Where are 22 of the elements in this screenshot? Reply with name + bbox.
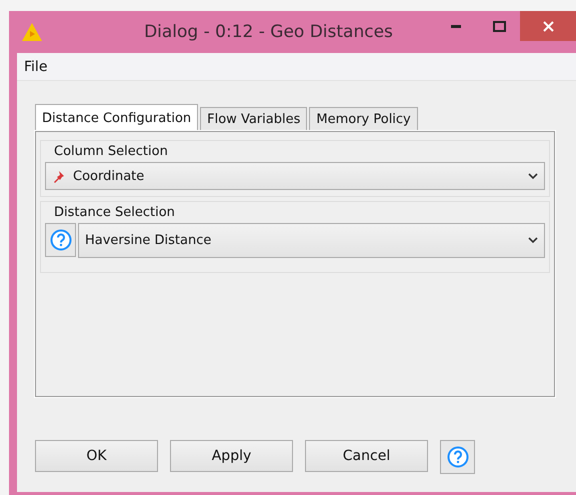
tab[interactable]: Flow Variables <box>200 107 308 131</box>
tab[interactable]: Distance Configuration <box>35 104 198 131</box>
help-button[interactable] <box>45 223 76 257</box>
app-logo-icon <box>21 22 43 42</box>
menu-item[interactable]: File <box>17 58 54 74</box>
help-icon <box>446 446 468 468</box>
dialog-button[interactable]: Apply <box>170 440 293 472</box>
chevron-down-icon <box>528 237 538 244</box>
tab[interactable]: Memory Policy <box>309 107 418 131</box>
dialog-button[interactable]: Cancel <box>305 440 428 472</box>
window-title: Dialog - 0:12 - Geo Distances <box>143 22 394 42</box>
minimize-icon[interactable] <box>451 24 461 28</box>
pin-icon <box>52 170 65 182</box>
dialog-button[interactable]: OK <box>35 440 158 472</box>
chevron-down-icon <box>528 172 538 180</box>
dropdown[interactable]: Coordinate <box>45 162 545 190</box>
maximize-icon[interactable] <box>492 20 506 32</box>
help-button[interactable] <box>440 440 475 474</box>
dropdown[interactable]: Haversine Distance <box>78 223 545 258</box>
help-icon <box>50 229 72 251</box>
close-button[interactable] <box>520 11 576 41</box>
close-icon <box>542 20 554 32</box>
